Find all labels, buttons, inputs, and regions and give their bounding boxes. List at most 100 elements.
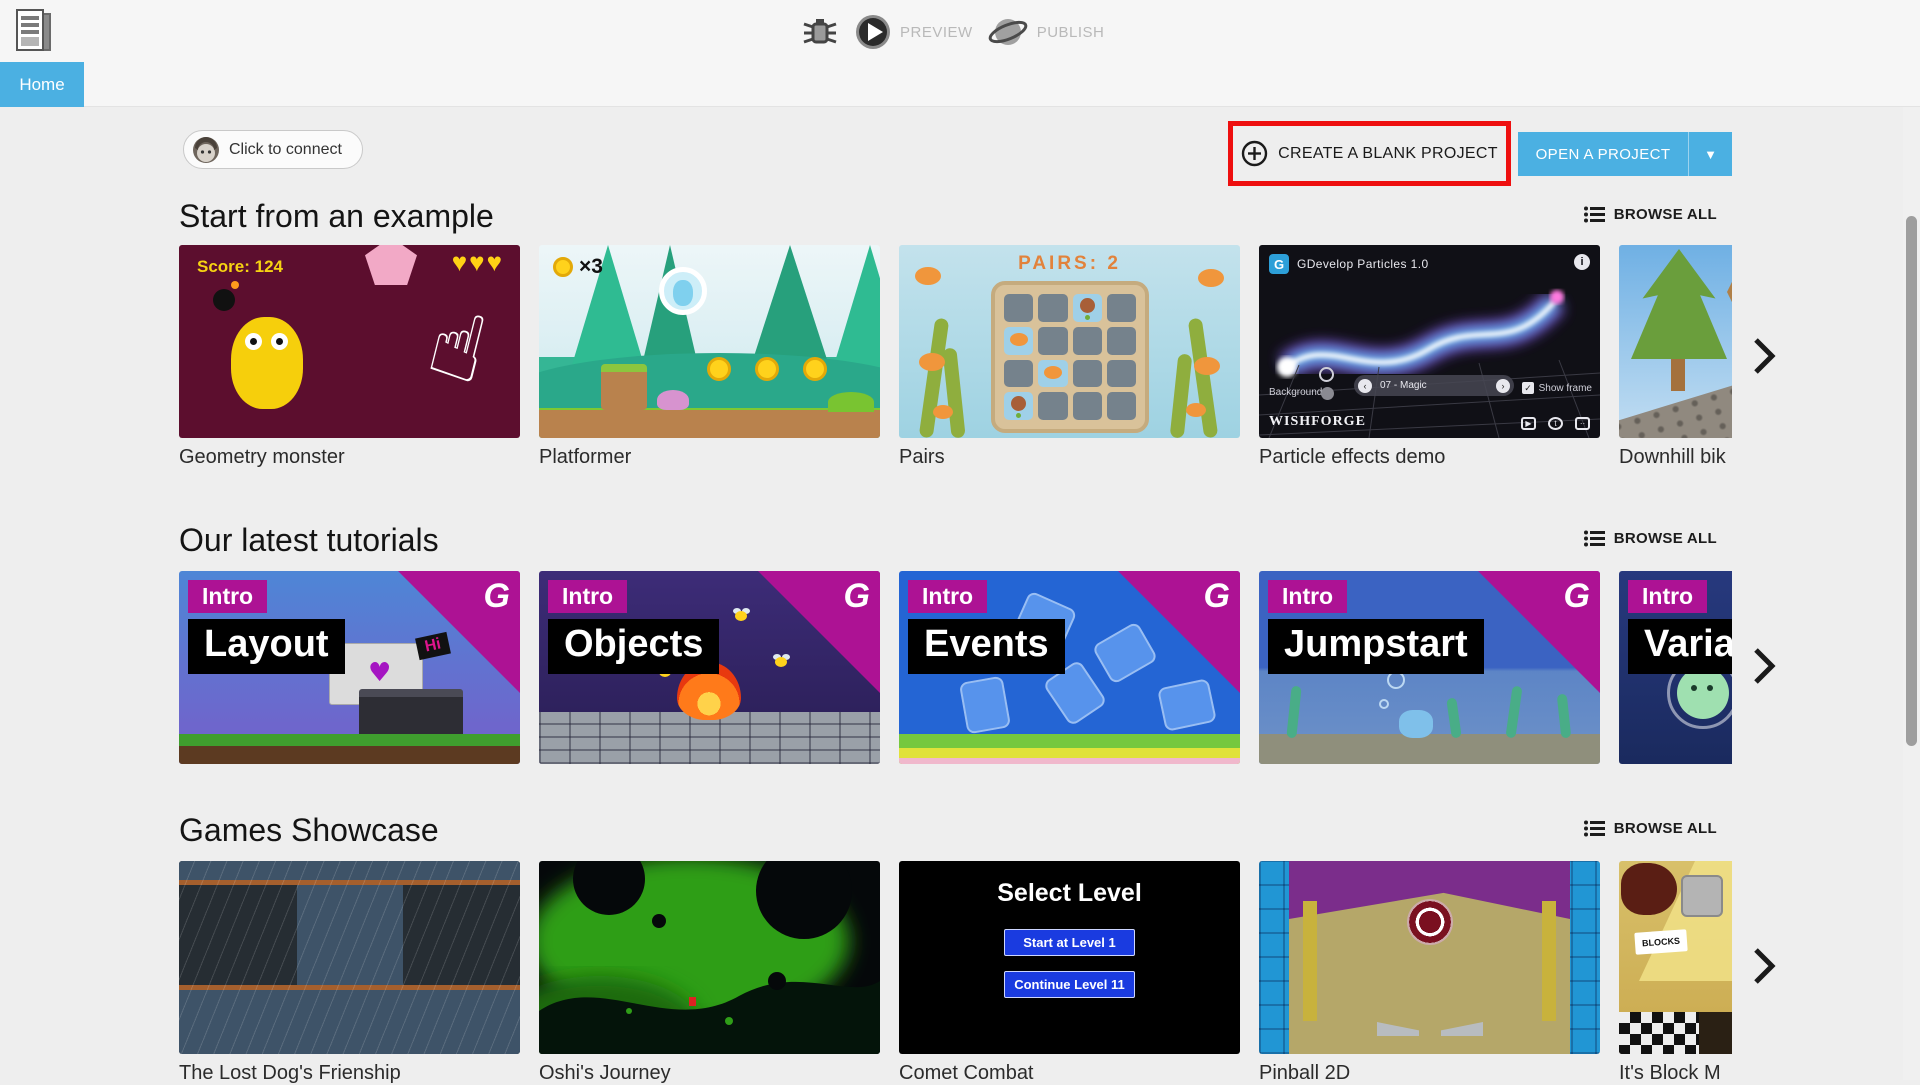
- showcase-card-pinball[interactable]: Pinball 2D: [1259, 861, 1600, 1085]
- slime-enemy: [657, 390, 689, 410]
- example-card-platformer[interactable]: ×3 Platformer: [539, 245, 880, 469]
- tutorial-card-objects[interactable]: G Intro Objects: [539, 571, 880, 764]
- browse-all-showcase[interactable]: BROWSE ALL: [1583, 820, 1717, 837]
- events-tutorial-thumbnail[interactable]: G Intro Events: [899, 571, 1240, 764]
- pinball-thumbnail[interactable]: [1259, 861, 1600, 1054]
- tutorial-title: Jumpstart: [1268, 619, 1484, 674]
- chevron-right-icon: [1754, 948, 1776, 984]
- coin-icon: [553, 257, 573, 277]
- scrollbar-thumb[interactable]: [1906, 216, 1917, 746]
- bush-shape: [828, 392, 874, 412]
- card-cell: [1106, 392, 1136, 420]
- particles-title: GDevelop Particles 1.0: [1297, 257, 1429, 271]
- twitter-icon: t: [1548, 417, 1563, 430]
- card-cell: [1004, 294, 1034, 322]
- objects-tutorial-thumbnail[interactable]: G Intro Objects: [539, 571, 880, 764]
- tutorial-title: Layout: [188, 619, 345, 674]
- list-icon: [1583, 206, 1605, 223]
- example-caption: Particle effects demo: [1259, 446, 1446, 468]
- show-frame-checkbox: ✓: [1522, 382, 1534, 394]
- tab-home-label: Home: [19, 74, 65, 94]
- examples-next-arrow[interactable]: [1740, 330, 1788, 382]
- showcase-card-lost-dog[interactable]: The Lost Dog's Frienship: [179, 861, 520, 1085]
- tutorial-card-events[interactable]: G Intro Events: [899, 571, 1240, 764]
- hi-sign: Hi: [415, 631, 451, 661]
- geometry-monster-thumbnail[interactable]: Score: 124 ♥♥♥ ☝: [179, 245, 520, 438]
- preview-button[interactable]: PREVIEW: [854, 13, 973, 51]
- plus-circle-icon: [1241, 140, 1268, 167]
- downhill-thumbnail[interactable]: G: [1619, 245, 1732, 438]
- tutorials-next-arrow[interactable]: [1740, 640, 1788, 692]
- pairs-title: PAIRS: 2: [1018, 253, 1121, 274]
- tutorial-card-jumpstart[interactable]: G Intro Jumpstart: [1259, 571, 1600, 764]
- intro-badge: Intro: [548, 580, 628, 613]
- its-block-thumbnail[interactable]: BLOCKS: [1619, 861, 1732, 1054]
- coin: [707, 357, 731, 381]
- browse-all-label: BROWSE ALL: [1613, 820, 1717, 837]
- tutorial-card-layout[interactable]: G Intro Layout ♥ Hi: [179, 571, 520, 764]
- fly-sprite: [775, 657, 787, 667]
- play-icon: [856, 15, 890, 49]
- showcase-card-blocks[interactable]: BLOCKS It's Block M: [1619, 861, 1732, 1085]
- rain-overlay: [179, 861, 520, 1054]
- intro-badge: Intro: [908, 580, 988, 613]
- comet-combat-thumbnail[interactable]: Select Level Start at Level 1 Continue L…: [899, 861, 1240, 1054]
- example-card-geometry-monster[interactable]: Score: 124 ♥♥♥ ☝ Geometry monster: [179, 245, 520, 469]
- showcase-caption: Pinball 2D: [1259, 1062, 1351, 1084]
- example-card-particles[interactable]: G GDevelop Particles 1.0 i Background ‹ …: [1259, 245, 1600, 469]
- gdevelop-logo-icon: G: [1563, 577, 1590, 615]
- card-cell: [1072, 359, 1102, 388]
- show-frame-label: Show frame: [1538, 383, 1592, 394]
- chevron-down-icon: ▼: [1704, 146, 1717, 162]
- project-manager-icon: [16, 9, 51, 51]
- click-to-connect-button[interactable]: Click to connect: [183, 130, 363, 169]
- platformer-thumbnail[interactable]: ×3: [539, 245, 880, 438]
- showcase-card-comet[interactable]: Select Level Start at Level 1 Continue L…: [899, 861, 1240, 1085]
- jumpstart-tutorial-thumbnail[interactable]: G Intro Jumpstart: [1259, 571, 1600, 764]
- continue-level-button: Continue Level 11: [1004, 971, 1135, 998]
- scrollbar-track[interactable]: [1903, 107, 1920, 1080]
- debug-button[interactable]: [800, 12, 840, 52]
- fish: [915, 267, 941, 285]
- tutorial-card-variables[interactable]: G Intro Variab +1: [1619, 571, 1732, 764]
- particles-thumbnail[interactable]: G GDevelop Particles 1.0 i Background ‹ …: [1259, 245, 1600, 438]
- showcase-caption: The Lost Dog's Frienship: [179, 1062, 401, 1084]
- example-card-downhill[interactable]: G Downhill bik: [1619, 245, 1732, 469]
- bumper: [1407, 899, 1453, 945]
- publish-button[interactable]: PUBLISH: [987, 12, 1105, 52]
- open-project-button[interactable]: OPEN A PROJECT ▼: [1518, 132, 1732, 176]
- publish-label: PUBLISH: [1036, 23, 1105, 41]
- project-manager-button[interactable]: [12, 8, 58, 56]
- lost-dog-thumbnail[interactable]: [179, 861, 520, 1054]
- prev-arrow-icon: ‹: [1358, 378, 1372, 393]
- seaweed: [942, 347, 966, 438]
- oshi-journey-thumbnail[interactable]: [539, 861, 880, 1054]
- showcase-card-oshi[interactable]: Oshi's Journey: [539, 861, 880, 1085]
- card-cell: [1106, 326, 1136, 355]
- fish: [919, 353, 945, 371]
- intro-badge: Intro: [1628, 580, 1708, 613]
- dirt-strip: [539, 410, 880, 438]
- tab-home[interactable]: Home: [0, 62, 84, 107]
- seaweed: [1505, 685, 1523, 739]
- variables-tutorial-thumbnail[interactable]: G Intro Variab +1: [1619, 571, 1732, 764]
- create-blank-project-button[interactable]: CREATE A BLANK PROJECT: [1241, 140, 1498, 167]
- layout-tutorial-thumbnail[interactable]: G Intro Layout ♥ Hi: [179, 571, 520, 764]
- showcase-carousel: The Lost Dog's Frienship Oshi's Journey …: [179, 861, 1732, 1085]
- showcase-caption: Comet Combat: [899, 1062, 1034, 1084]
- browse-all-tutorials[interactable]: BROWSE ALL: [1583, 530, 1717, 547]
- character-head: [1621, 863, 1677, 915]
- preview-label: PREVIEW: [900, 23, 973, 41]
- example-card-pairs[interactable]: PAIRS: 2 Pairs: [899, 245, 1240, 469]
- intro-badge: Intro: [188, 580, 268, 613]
- showcase-caption: It's Block M: [1619, 1062, 1721, 1084]
- open-project-dropdown[interactable]: ▼: [1688, 132, 1732, 176]
- tutorials-carousel: G Intro Layout ♥ Hi G Intro Objects G In…: [179, 571, 1732, 764]
- pairs-thumbnail[interactable]: PAIRS: 2: [899, 245, 1240, 438]
- browse-all-label: BROWSE ALL: [1613, 206, 1717, 223]
- bomb-spark: [231, 281, 239, 289]
- effect-selector: ‹ 07 - Magic ›: [1354, 375, 1514, 396]
- tutorial-title: Variab: [1628, 619, 1732, 674]
- browse-all-examples[interactable]: BROWSE ALL: [1583, 206, 1717, 223]
- showcase-next-arrow[interactable]: [1740, 940, 1788, 992]
